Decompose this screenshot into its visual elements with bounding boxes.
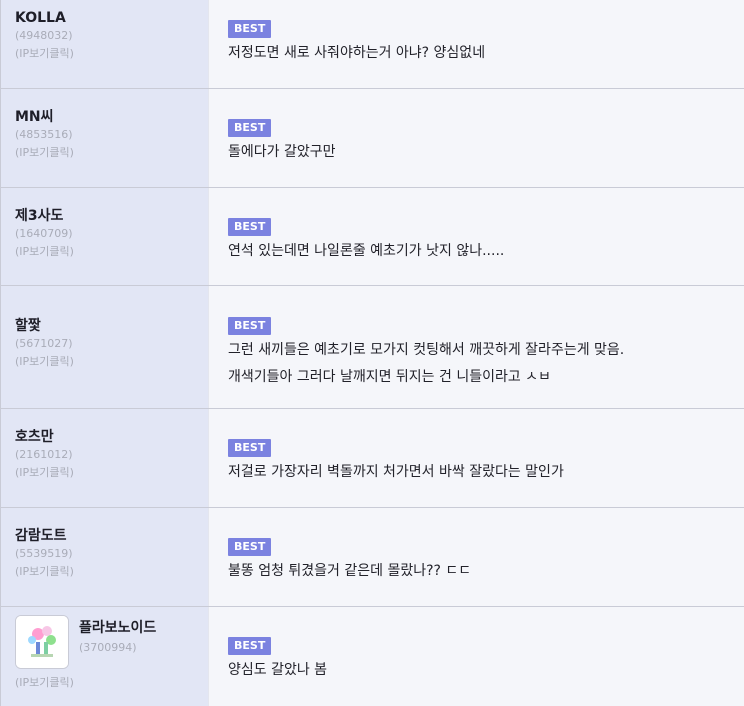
comment-text: 돌에다가 갈았구만 [228,144,336,160]
comment-text: 저걸로 가장자리 벽돌까지 처가면서 바싹 잘랐다는 말인가 [228,464,564,480]
comment-row: 제3사도 (1640709) (IP보기클릭) BEST 연석 있는데면 나일론… [0,188,744,286]
nickname[interactable]: 감람도트 [15,527,208,545]
comment-row: KOLLA (4948032) (IP보기클릭) BEST 저정도면 새로 사줘… [0,0,744,89]
comment-text-line-1: 그런 새끼들은 예초기로 모가지 컷팅해서 깨끗하게 잘라주는게 맞음. [228,342,625,358]
comment-text: 불똥 엄청 튀겼을거 같은데 몰랐나?? ㄷㄷ [228,563,472,579]
ip-view-link[interactable]: (IP보기클릭) [15,144,208,162]
best-badge: BEST [228,218,272,236]
comment-row: 호츠만 (2161012) (IP보기클릭) BEST 저걸로 가장자리 벽돌까… [0,409,744,508]
avatar[interactable] [15,615,69,669]
user-info: KOLLA (4948032) (IP보기클릭) [0,0,208,88]
nickname[interactable]: KOLLA [15,9,208,27]
nickname[interactable]: 할짳 [15,317,208,335]
user-info: MN씨 (4853516) (IP보기클릭) [0,89,208,187]
comment-row: MN씨 (4853516) (IP보기클릭) BEST 돌에다가 갈았구만 [0,89,744,188]
user-info: 할짳 (5671027) (IP보기클릭) [0,286,208,408]
ip-view-link[interactable]: (IP보기클릭) [15,45,208,63]
ip-view-link[interactable]: (IP보기클릭) [15,243,208,261]
comment-row: 감람도트 (5539519) (IP보기클릭) BEST 불똥 엄청 튀겼을거 … [0,508,744,607]
user-id: (2161012) [15,448,73,461]
nickname[interactable]: 제3사도 [15,207,208,225]
comment-body: BEST 연석 있는데면 나일론줄 예초기가 낫지 않나..... [208,188,744,285]
best-badge: BEST [228,439,272,457]
comment-list: KOLLA (4948032) (IP보기클릭) BEST 저정도면 새로 사줘… [0,0,744,706]
comment-body: BEST 그런 새끼들은 예초기로 모가지 컷팅해서 깨끗하게 잘라주는게 맞음… [208,286,744,408]
comment-text-line-2: 개색기들아 그러다 날깨지면 뒤지는 건 니들이라고 ㅅㅂ [228,369,551,385]
user-info: 호츠만 (2161012) (IP보기클릭) [0,409,208,507]
comment-text: 연석 있는데면 나일론줄 예초기가 낫지 않나..... [228,243,505,259]
user-id: (5539519) [15,547,73,560]
best-badge: BEST [228,119,272,137]
user-id: (4948032) [15,29,73,42]
comment-body: BEST 저정도면 새로 사줘야하는거 아냐? 양심없네 [208,0,744,88]
comment-row: 플라보노이드 (3700994) (IP보기클릭) BEST 양심도 갈았나 봄 [0,607,744,706]
best-badge: BEST [228,20,272,38]
comment-body: BEST 돌에다가 갈았구만 [208,89,744,187]
comment-body: BEST 양심도 갈았나 봄 [208,607,744,706]
user-id: (3700994) [79,641,137,654]
ip-view-link[interactable]: (IP보기클릭) [15,464,208,482]
user-info: 플라보노이드 (3700994) (IP보기클릭) [0,607,208,706]
nickname[interactable]: 플라보노이드 [79,619,156,637]
user-info: 제3사도 (1640709) (IP보기클릭) [0,188,208,285]
nickname[interactable]: MN씨 [15,108,208,126]
comment-row: 할짳 (5671027) (IP보기클릭) BEST 그런 새끼들은 예초기로 … [0,286,744,409]
user-info: 감람도트 (5539519) (IP보기클릭) [0,508,208,606]
comment-text: 양심도 갈았나 봄 [228,662,328,678]
comment-text: 저정도면 새로 사줘야하는거 아냐? 양심없네 [228,45,486,61]
ip-view-link[interactable]: (IP보기클릭) [15,353,208,371]
nickname[interactable]: 호츠만 [15,428,208,446]
ip-view-link[interactable]: (IP보기클릭) [15,563,208,581]
best-badge: BEST [228,637,272,655]
comment-body: BEST 저걸로 가장자리 벽돌까지 처가면서 바싹 잘랐다는 말인가 [208,409,744,507]
avatar-image-icon [16,616,68,668]
comment-body: BEST 불똥 엄청 튀겼을거 같은데 몰랐나?? ㄷㄷ [208,508,744,606]
user-id: (4853516) [15,128,73,141]
user-id: (5671027) [15,337,73,350]
user-id: (1640709) [15,227,73,240]
best-badge: BEST [228,538,272,556]
best-badge: BEST [228,317,272,335]
ip-view-link[interactable]: (IP보기클릭) [15,674,74,692]
